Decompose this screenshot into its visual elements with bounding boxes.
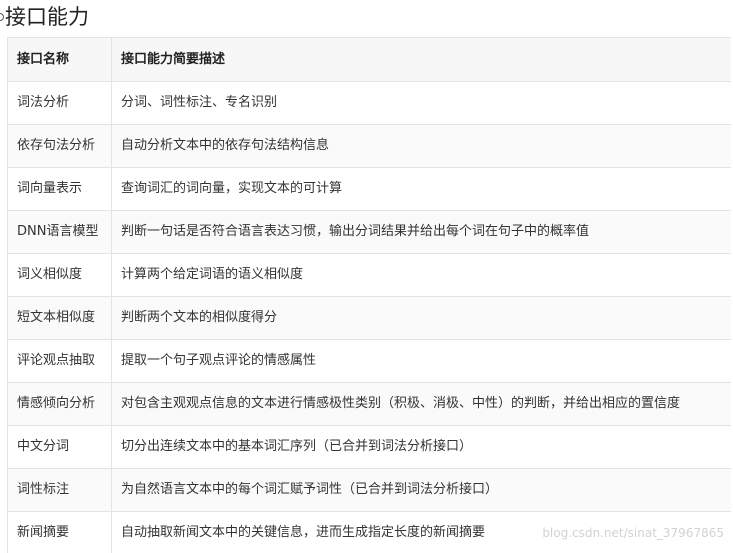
api-name-cell: 词向量表示 xyxy=(7,167,112,211)
table-row: 短文本相似度 判断两个文本的相似度得分 xyxy=(7,296,731,340)
api-description-cell: 自动分析文本中的依存句法结构信息 xyxy=(111,124,731,168)
api-description-cell: 查询词汇的词向量，实现文本的可计算 xyxy=(111,167,731,211)
api-name-cell: 词法分析 xyxy=(7,81,112,125)
api-description-cell: 分词、词性标注、专名识别 xyxy=(111,81,731,125)
table-row: 依存句法分析 自动分析文本中的依存句法结构信息 xyxy=(7,124,731,168)
api-description-cell: 为自然语言文本中的每个词汇赋予词性（已合并到词法分析接口） xyxy=(111,468,731,512)
section-title: 接口能力 xyxy=(5,5,89,29)
table-header-row: 接口名称 接口能力简要描述 xyxy=(7,37,731,82)
table-row: 词向量表示 查询词汇的词向量，实现文本的可计算 xyxy=(7,167,731,211)
api-description-cell: 对包含主观观点信息的文本进行情感极性类别（积极、消极、中性）的判断，并给出相应的… xyxy=(111,382,731,426)
table-row: 词法分析 分词、词性标注、专名识别 xyxy=(7,81,731,125)
section-heading: 接口能力 xyxy=(0,0,733,36)
table-row: DNN语言模型 判断一句话是否符合语言表达习惯，输出分词结果并给出每个词在句子中… xyxy=(7,210,731,254)
api-name-cell: 短文本相似度 xyxy=(7,296,112,340)
api-description-cell: 判断两个文本的相似度得分 xyxy=(111,296,731,340)
api-name-cell: DNN语言模型 xyxy=(7,210,112,254)
api-name-cell: 词性标注 xyxy=(7,468,112,512)
api-name-cell: 情感倾向分析 xyxy=(7,382,112,426)
column-header-description: 接口能力简要描述 xyxy=(111,37,731,82)
table-row: 评论观点抽取 提取一个句子观点评论的情感属性 xyxy=(7,339,731,383)
api-name-cell: 词义相似度 xyxy=(7,253,112,297)
api-name-cell: 中文分词 xyxy=(7,425,112,469)
api-capability-table-container: 接口名称 接口能力简要描述 词法分析 分词、词性标注、专名识别 依存句法分析 自… xyxy=(7,37,731,553)
api-description-cell: 计算两个给定词语的语义相似度 xyxy=(111,253,731,297)
table-row: 情感倾向分析 对包含主观观点信息的文本进行情感极性类别（积极、消极、中性）的判断… xyxy=(7,382,731,426)
table-row: 词义相似度 计算两个给定词语的语义相似度 xyxy=(7,253,731,297)
column-header-name: 接口名称 xyxy=(7,37,112,82)
api-capability-table: 接口名称 接口能力简要描述 词法分析 分词、词性标注、专名识别 依存句法分析 自… xyxy=(7,37,731,553)
api-description-cell: 切分出连续文本中的基本词汇序列（已合并到词法分析接口） xyxy=(111,425,731,469)
api-name-cell: 评论观点抽取 xyxy=(7,339,112,383)
api-name-cell: 依存句法分析 xyxy=(7,124,112,168)
page: 接口能力 接口名称 接口能力简要描述 词法分析 分词、词性标注、专名识别 依存句 xyxy=(0,0,733,553)
watermark: blog.csdn.net/sinat_37967865 xyxy=(542,526,724,540)
api-description-cell: 判断一句话是否符合语言表达习惯，输出分词结果并给出每个词在句子中的概率值 xyxy=(111,210,731,254)
table-row: 中文分词 切分出连续文本中的基本词汇序列（已合并到词法分析接口） xyxy=(7,425,731,469)
api-name-cell: 新闻摘要 xyxy=(7,511,112,553)
bullet-icon xyxy=(0,13,4,21)
api-description-cell: 提取一个句子观点评论的情感属性 xyxy=(111,339,731,383)
table-row: 词性标注 为自然语言文本中的每个词汇赋予词性（已合并到词法分析接口） xyxy=(7,468,731,512)
